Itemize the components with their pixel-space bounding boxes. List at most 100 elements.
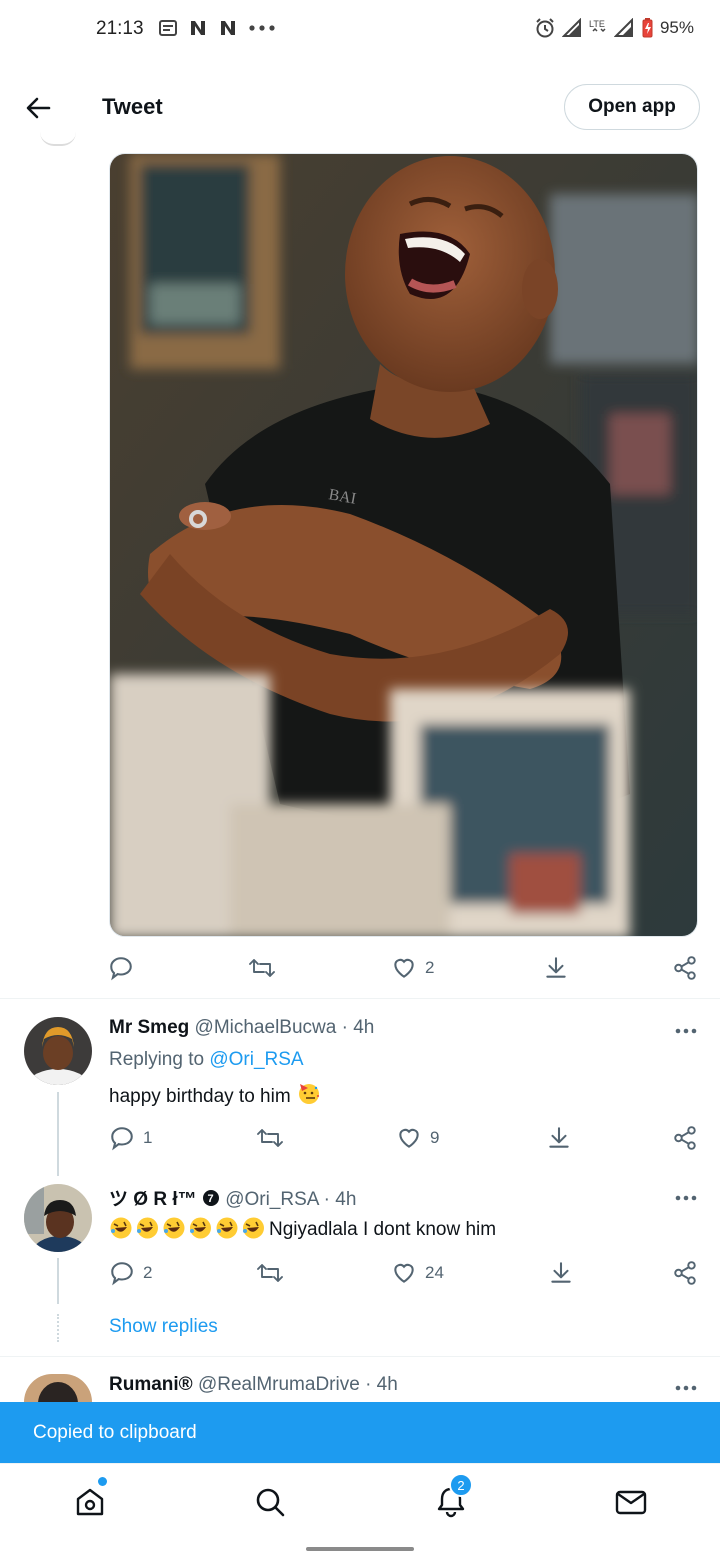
reply-button[interactable]: 1 — [109, 1120, 152, 1156]
reply-count: 1 — [143, 1128, 153, 1147]
reply-author-name[interactable]: Rumani® — [109, 1374, 193, 1395]
more-dots-icon — [675, 1385, 697, 1391]
share-icon — [674, 956, 696, 980]
messages-icon — [615, 1490, 647, 1515]
party-face-emoji-icon — [298, 1084, 319, 1104]
reply-text: Ngiyadlala I dont know him — [109, 1216, 496, 1241]
badge-seven-icon: 7 — [202, 1190, 219, 1206]
more-dots-icon — [675, 1195, 697, 1201]
share-button[interactable] — [672, 1255, 698, 1291]
download-button[interactable] — [548, 1255, 574, 1291]
top-bar: Tweet Open app — [0, 72, 720, 144]
nav-home[interactable] — [70, 1482, 110, 1522]
netflix-n-icon — [191, 21, 205, 35]
retweet-button[interactable] — [256, 1120, 284, 1156]
retweet-icon — [257, 1129, 283, 1147]
avatar[interactable] — [24, 1184, 92, 1252]
reply-button[interactable] — [108, 950, 134, 986]
reply-author-name[interactable]: ツ Ø R ł™ — [109, 1189, 197, 1210]
show-replies-link[interactable]: Show replies — [109, 1316, 218, 1338]
home-new-dot — [98, 1477, 107, 1486]
retweet-button[interactable] — [256, 1255, 284, 1291]
reply-count: 2 — [143, 1263, 153, 1282]
back-button[interactable] — [20, 90, 56, 126]
heart-icon — [394, 958, 414, 978]
download-button[interactable] — [546, 1120, 572, 1156]
nav-messages[interactable] — [611, 1482, 651, 1522]
reply-icon — [111, 1262, 133, 1286]
heart-icon — [399, 1128, 419, 1148]
avatar-image — [24, 1017, 92, 1085]
status-right: LTE 95% — [534, 17, 694, 39]
reply-time: · 4h — [341, 1017, 375, 1038]
replying-to-prefix: Replying to — [109, 1049, 210, 1070]
reply-header: Rumani® @RealMrumaDrive · 4h — [109, 1374, 398, 1396]
reply-author-handle[interactable]: @RealMrumaDrive — [198, 1374, 360, 1395]
nav-search[interactable] — [250, 1482, 290, 1522]
reply-header: Mr Smeg @MichaelBucwa · 4h — [109, 1017, 374, 1039]
reply-text-content: happy birthday to him — [109, 1086, 291, 1107]
notepad-icon — [159, 20, 177, 36]
search-icon — [256, 1488, 285, 1517]
thread-dots — [57, 1314, 59, 1342]
divider — [0, 1356, 720, 1357]
reply-action-row: 1 9 — [0, 1120, 720, 1156]
download-button[interactable] — [543, 950, 569, 986]
reply-time: · 4h — [365, 1374, 398, 1395]
alarm-icon — [536, 18, 554, 38]
status-left-icons — [158, 18, 276, 38]
tweet-image[interactable]: BAI — [109, 153, 698, 937]
share-icon — [674, 1126, 696, 1150]
reply-text-content: Ngiyadlala I dont know him — [269, 1219, 497, 1240]
avatar[interactable] — [24, 1374, 92, 1402]
reply-author-name[interactable]: Mr Smeg — [109, 1017, 189, 1038]
rofl-emoji-icon — [110, 1217, 264, 1239]
like-count: 2 — [425, 958, 435, 977]
bottom-nav: 2 — [0, 1463, 720, 1537]
like-button[interactable]: 2 — [391, 950, 434, 986]
reply-more-button[interactable] — [672, 1188, 700, 1208]
reply-time: · 4h — [323, 1189, 357, 1210]
home-icon — [76, 1488, 104, 1516]
replying-to-link[interactable]: @Ori_RSA — [209, 1049, 303, 1070]
open-app-button[interactable]: Open app — [564, 84, 700, 130]
avatar-image — [24, 1374, 92, 1402]
reply-text: happy birthday to him — [109, 1080, 322, 1108]
avatar[interactable] — [24, 1017, 92, 1085]
retweet-button[interactable] — [248, 950, 276, 986]
download-icon — [549, 1127, 569, 1148]
retweet-icon — [257, 1264, 283, 1282]
reply-author-handle[interactable]: @Ori_RSA — [225, 1189, 318, 1210]
arrow-left-icon — [26, 97, 51, 119]
status-bar: 21:13 LTE 95% — [0, 0, 720, 60]
laughing-man-photo: BAI — [110, 154, 697, 936]
more-dots-icon — [249, 25, 275, 31]
share-icon — [674, 1261, 696, 1285]
avatar-image — [24, 1184, 92, 1252]
reply-icon — [110, 957, 132, 981]
heart-icon — [394, 1263, 414, 1283]
like-button[interactable]: 9 — [396, 1120, 439, 1156]
svg-text:7: 7 — [207, 1193, 213, 1205]
status-time: 21:13 — [96, 18, 144, 39]
like-button[interactable]: 24 — [391, 1255, 444, 1291]
netflix-n-icon — [221, 21, 235, 35]
reply-icon — [111, 1127, 133, 1151]
reply-author-handle[interactable]: @MichaelBucwa — [195, 1017, 337, 1038]
battery-icon — [642, 18, 653, 38]
notifications-badge: 2 — [449, 1473, 473, 1497]
reply-more-button[interactable] — [672, 1378, 700, 1398]
svg-text:LTE: LTE — [589, 19, 605, 29]
lte-icon: LTE — [589, 19, 606, 33]
download-icon — [551, 1262, 571, 1283]
share-button[interactable] — [672, 950, 698, 986]
share-button[interactable] — [672, 1120, 698, 1156]
copied-toast: Copied to clipboard — [0, 1402, 720, 1463]
reply-more-button[interactable] — [672, 1021, 700, 1041]
replying-to: Replying to @Ori_RSA — [109, 1049, 304, 1071]
battery-percent: 95% — [659, 18, 694, 37]
reply-button[interactable]: 2 — [109, 1255, 152, 1291]
page-title: Tweet — [102, 94, 163, 119]
tweet-action-row: 2 — [0, 950, 720, 986]
gesture-bar[interactable] — [306, 1547, 414, 1551]
